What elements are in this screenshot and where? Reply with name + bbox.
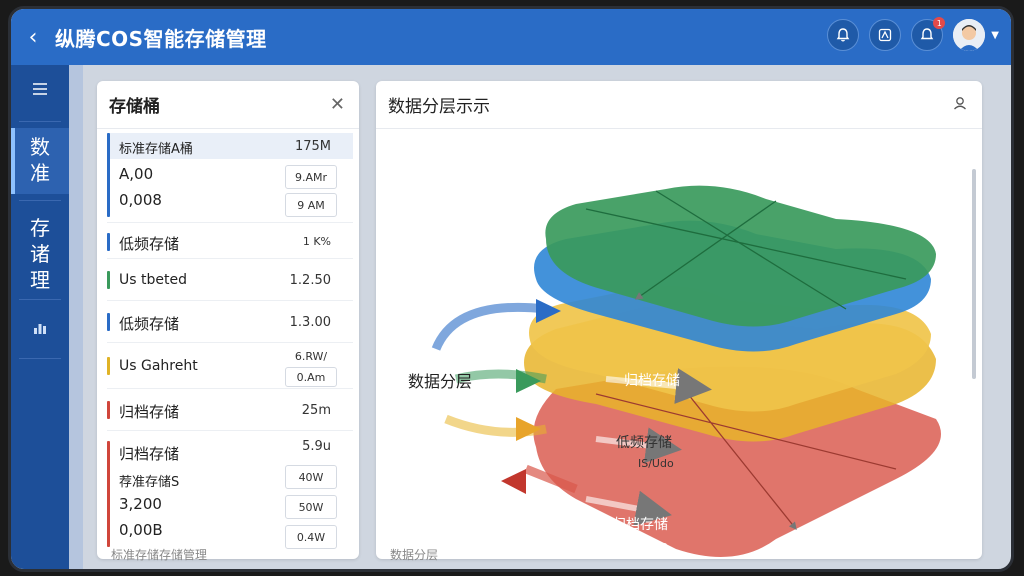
sidebar-divider bbox=[19, 121, 61, 122]
list-item[interactable]: 低频存储 1 K% bbox=[107, 225, 353, 259]
tiering-panel: 数据分层示示 数据分层 归档存储 低频存储 IS/Udo 归档存储 I8rNo … bbox=[376, 81, 982, 562]
app-window: ‹ 纵腾COS智能存储管理 1 ▼ 数 准 存 诸 理 存储桶 ✕ 标准存储A桶… bbox=[8, 6, 1014, 572]
avatar[interactable] bbox=[953, 19, 986, 51]
notification-bell-icon[interactable]: 1 bbox=[911, 17, 946, 51]
row-label: 归档存储 bbox=[119, 445, 180, 463]
row-label: 低频存储 bbox=[119, 315, 180, 333]
chevron-down-icon[interactable]: ▼ bbox=[991, 30, 999, 41]
list-item[interactable]: Us tbeted 1.2.50 bbox=[107, 261, 353, 301]
row-label: Us tbeted bbox=[119, 272, 187, 288]
panel-title: 数据分层示示 bbox=[388, 97, 490, 117]
list-item[interactable]: 归档存储 25m bbox=[107, 391, 353, 431]
sidebar-item-storage[interactable]: 存 诸 理 bbox=[11, 207, 69, 293]
row-color-bar bbox=[107, 441, 110, 547]
row-value: 5.9u bbox=[302, 439, 331, 454]
row-value: 25m bbox=[301, 403, 331, 418]
user-icon[interactable] bbox=[952, 95, 968, 115]
row-color-bar bbox=[107, 401, 110, 419]
row-sub-value: 0,008 bbox=[119, 191, 162, 209]
panel-title: 存储桶 bbox=[109, 97, 160, 117]
sidebar-item-label: 存 诸 理 bbox=[30, 216, 50, 292]
sidebar-item-label: 数 准 bbox=[30, 135, 50, 185]
row-label: 归档存储 bbox=[119, 403, 180, 421]
tiering-panel-header: 数据分层示示 bbox=[376, 81, 982, 129]
sidebar-item-data[interactable]: 数 准 bbox=[11, 128, 69, 194]
row-label: Us Gahreht bbox=[119, 358, 198, 374]
diagram-label: 数据分层 bbox=[408, 372, 472, 391]
hamburger-icon[interactable] bbox=[11, 65, 69, 115]
row-sub-value: 0,00B bbox=[119, 521, 163, 539]
bell-icon[interactable] bbox=[827, 19, 860, 51]
layer-blue-label: 归档存储 bbox=[624, 372, 680, 389]
top-bar: ‹ 纵腾COS智能存储管理 1 ▼ bbox=[11, 9, 1011, 65]
list-item[interactable]: Us Gahreht 6.RW/ 0.Am bbox=[107, 345, 353, 389]
size-box[interactable]: 0.4W bbox=[285, 525, 337, 549]
row-sub-label: 荐准存储S bbox=[119, 475, 180, 490]
scrollbar[interactable] bbox=[972, 169, 976, 379]
row-label: 低频存储 bbox=[119, 235, 180, 253]
size-box[interactable]: 0.Am bbox=[285, 367, 337, 387]
size-box[interactable]: 9.AMr bbox=[285, 165, 337, 189]
sidebar-divider bbox=[19, 358, 61, 359]
footer-ghost-text: 标准存储存储管理 bbox=[111, 548, 208, 562]
row-value: 175M bbox=[294, 139, 331, 154]
layer-yellow-label: 低频存储 bbox=[616, 435, 672, 451]
list-item[interactable]: 归档存储 5.9u 荐准存储S 3,200 0,00B 40W 50W 0.4W bbox=[107, 433, 353, 551]
row-color-bar bbox=[107, 313, 110, 331]
list-item[interactable]: 低频存储 1.3.00 bbox=[107, 303, 353, 343]
list-item[interactable]: 标准存储A桶 175M A,00 0,008 9.AMr 9 AM bbox=[107, 133, 353, 223]
size-box[interactable]: 9 AM bbox=[285, 193, 337, 217]
app-title: 纵腾COS智能存储管理 bbox=[55, 26, 267, 51]
size-box[interactable]: 40W bbox=[285, 465, 337, 489]
row-color-bar bbox=[107, 271, 110, 289]
sidebar: 数 准 存 诸 理 bbox=[11, 65, 69, 569]
row-value: 1.3.00 bbox=[289, 315, 331, 330]
row-value: 1.2.50 bbox=[289, 273, 331, 288]
row-sub-value: A,00 bbox=[119, 165, 154, 183]
bucket-panel-header: 存储桶 ✕ bbox=[97, 81, 359, 129]
row-label: 标准存储A桶 bbox=[119, 142, 193, 157]
sidebar-edge bbox=[69, 65, 83, 569]
sidebar-divider bbox=[19, 200, 61, 201]
layer-red-label: 归档存储 bbox=[612, 516, 668, 533]
layer-red-sub-label: I8rNo bbox=[638, 539, 668, 552]
route-icon[interactable] bbox=[869, 19, 902, 51]
row-color-bar bbox=[107, 233, 110, 251]
notification-badge: 1 bbox=[933, 17, 946, 29]
close-icon[interactable]: ✕ bbox=[330, 94, 345, 115]
layer-yellow-sub-label: IS/Udo bbox=[638, 457, 674, 470]
row-color-bar bbox=[107, 357, 110, 375]
tiering-diagram: 数据分层 归档存储 低频存储 IS/Udo 归档存储 I8rNo bbox=[408, 185, 941, 557]
row-value: 1 K% bbox=[302, 235, 331, 248]
bar-chart-icon[interactable] bbox=[11, 306, 69, 352]
size-box[interactable]: 6.RW/ bbox=[285, 346, 337, 366]
size-box[interactable]: 50W bbox=[285, 495, 337, 519]
sidebar-divider bbox=[19, 299, 61, 300]
chevron-left-icon[interactable]: ‹ bbox=[11, 25, 55, 50]
bucket-panel: 存储桶 ✕ 标准存储A桶 175M A,00 0,008 9.AMr 9 AM … bbox=[97, 81, 359, 562]
footer-ghost-text: 数据分层 bbox=[390, 548, 439, 562]
row-color-bar bbox=[107, 133, 110, 217]
header-actions: 1 ▼ bbox=[827, 17, 999, 51]
row-sub-value: 3,200 bbox=[119, 495, 162, 513]
